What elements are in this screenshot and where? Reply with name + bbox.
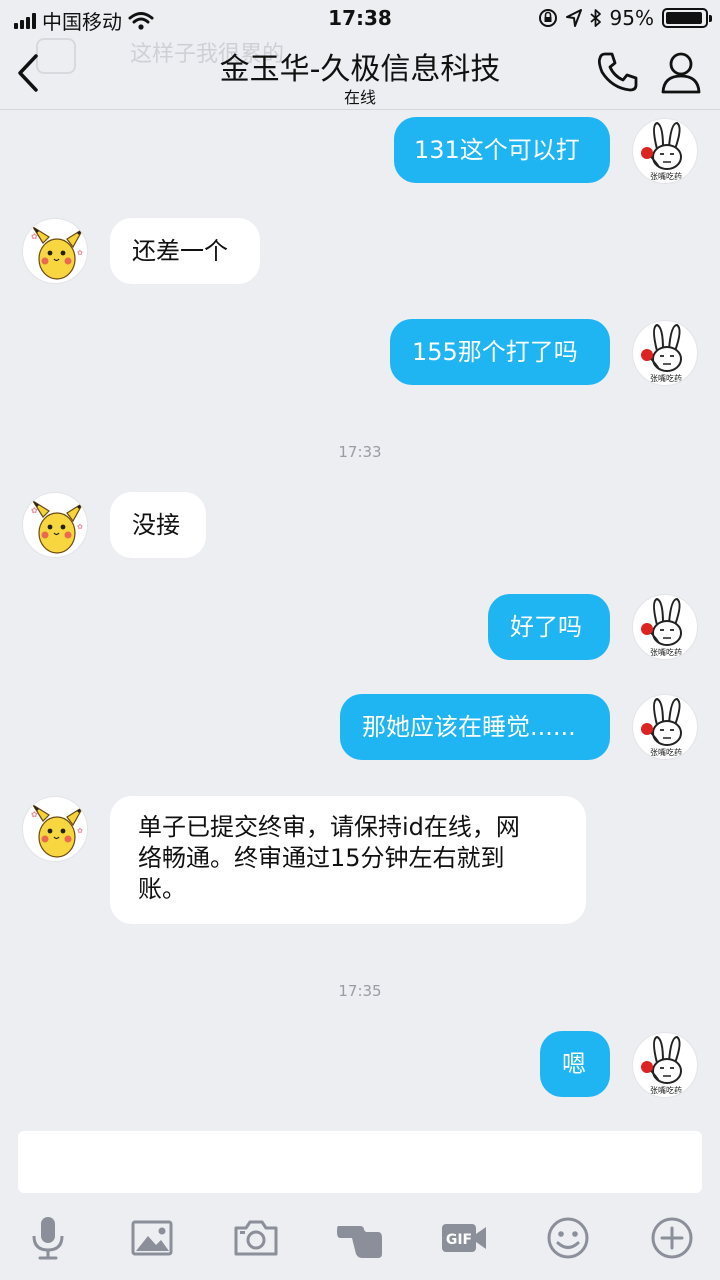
svg-text:✿: ✿ — [31, 232, 38, 241]
poke-hand-icon[interactable] — [336, 1214, 384, 1262]
rabbit-avatar-image: 张嘴吃药 — [641, 1035, 682, 1095]
location-icon — [565, 9, 582, 27]
message-bubble-incoming[interactable]: 单子已提交终审，请保持id在线，网 络畅通。终审通过15分钟左右就到 账。 — [110, 796, 586, 924]
message-line: 单子已提交终审，请保持id在线，网 — [138, 813, 520, 841]
svg-text:✿: ✿ — [31, 810, 38, 819]
my-avatar[interactable]: 张嘴吃药 — [632, 1032, 698, 1098]
message-bubble-outgoing[interactable]: 131这个可以打 — [394, 117, 610, 183]
chat-toolbar: GIF — [0, 1204, 720, 1270]
message-text: 还差一个 — [132, 237, 228, 265]
rabbit-avatar-image: 张嘴吃药 — [641, 121, 682, 181]
message-text: 嗯 — [562, 1050, 586, 1078]
my-avatar[interactable]: 张嘴吃药 — [632, 694, 698, 760]
my-avatar[interactable]: 张嘴吃药 — [632, 118, 698, 184]
battery-fill — [666, 12, 703, 24]
svg-text:✿: ✿ — [77, 827, 83, 835]
message-text: 那她应该在睡觉...... — [362, 713, 576, 741]
avatar-caption: 张嘴吃药 — [650, 171, 682, 181]
rabbit-avatar-image: 张嘴吃药 — [641, 697, 682, 757]
plus-icon[interactable] — [648, 1214, 696, 1262]
contact-icon[interactable] — [660, 50, 702, 94]
battery-percent: 95% — [609, 6, 654, 30]
message-text: 没接 — [132, 511, 180, 539]
chat-header: 这样子我很累的 金玉华-久极信息科技 在线 — [0, 36, 720, 110]
avatar-caption: 张嘴吃药 — [650, 373, 682, 383]
timestamp: 17:35 — [338, 982, 382, 1000]
message-bubble-incoming[interactable]: 还差一个 — [110, 218, 260, 284]
camera-icon[interactable] — [232, 1214, 280, 1262]
message-bubble-incoming[interactable]: 没接 — [110, 492, 206, 558]
avatar-caption: 张嘴吃药 — [650, 647, 682, 657]
phone-icon[interactable] — [596, 50, 640, 94]
message-text: 好了吗 — [510, 613, 582, 641]
rabbit-avatar-image: 张嘴吃药 — [641, 597, 682, 657]
emoji-icon[interactable] — [544, 1214, 592, 1262]
gif-icon[interactable]: GIF — [440, 1214, 488, 1262]
orientation-lock-icon — [538, 9, 557, 27]
microphone-icon[interactable] — [24, 1214, 72, 1262]
avatar-caption: 张嘴吃药 — [650, 747, 682, 757]
pikachu-avatar-image: ✿ ✿ — [31, 804, 84, 858]
pikachu-avatar-image: ✿ ✿ — [31, 226, 84, 280]
message-input[interactable] — [18, 1131, 702, 1193]
message-text: 131这个可以打 — [414, 136, 580, 164]
message-bubble-outgoing[interactable]: 那她应该在睡觉...... — [340, 694, 610, 760]
message-bubble-outgoing[interactable]: 嗯 — [540, 1031, 610, 1097]
message-bubble-outgoing[interactable]: 好了吗 — [488, 594, 610, 660]
status-bar: 中国移动 17:38 95% — [0, 0, 720, 36]
timestamp: 17:33 — [338, 443, 382, 461]
my-avatar[interactable]: 张嘴吃药 — [632, 594, 698, 660]
bluetooth-icon — [589, 9, 601, 27]
contact-avatar[interactable]: ✿ ✿ — [22, 218, 88, 284]
avatar-caption: 张嘴吃药 — [650, 1085, 682, 1095]
message-line: 账。 — [138, 875, 186, 903]
contact-avatar[interactable]: ✿ ✿ — [22, 796, 88, 862]
message-line: 络畅通。终审通过15分钟左右就到 — [138, 844, 505, 872]
svg-text:✿: ✿ — [31, 506, 38, 515]
svg-text:✿: ✿ — [77, 249, 83, 257]
battery-icon — [662, 8, 712, 28]
my-avatar[interactable]: 张嘴吃药 — [632, 320, 698, 386]
gif-label: GIF — [446, 1232, 472, 1248]
pikachu-avatar-image: ✿ ✿ — [31, 500, 84, 554]
image-icon[interactable] — [128, 1214, 176, 1262]
rabbit-avatar-image: 张嘴吃药 — [641, 323, 682, 383]
message-text: 155那个打了吗 — [412, 338, 578, 366]
contact-avatar[interactable]: ✿ ✿ — [22, 492, 88, 558]
status-right: 95% — [538, 6, 712, 30]
svg-text:✿: ✿ — [77, 523, 83, 531]
message-bubble-outgoing[interactable]: 155那个打了吗 — [390, 319, 610, 385]
